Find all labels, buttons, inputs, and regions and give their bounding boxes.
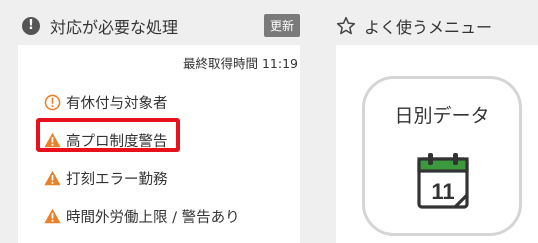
info-circle-icon [44, 94, 61, 110]
menu-panel-header: よく使うメニュー [336, 12, 536, 40]
todo-panel-title: 対応が必要な処理 [50, 18, 179, 37]
todo-panel-header: ! 対応が必要な処理 更新 [22, 12, 300, 40]
todo-card: 最終取得時間 11:19 有休付与対象者 高プロ制度警告 打刻エラー勤務 時間外… [18, 45, 300, 243]
todo-item-overtime-limit[interactable]: 時間外労働上限 / 警告あり [44, 205, 240, 227]
warning-icon [44, 208, 61, 224]
menu-card: 日別データ 11 [336, 45, 538, 243]
todo-item-label: 有休付与対象者 [66, 95, 168, 112]
last-fetch-time: 最終取得時間 11:19 [183, 56, 298, 71]
menu-tile-daily-data[interactable]: 日別データ 11 [362, 76, 522, 236]
todo-item-paid-leave[interactable]: 有休付与対象者 [44, 91, 240, 113]
highlight-box [36, 118, 180, 152]
menu-panel-title: よく使うメニュー [364, 18, 493, 37]
star-icon[interactable] [336, 16, 356, 36]
calendar-icon: 11 [417, 153, 469, 209]
warning-icon [44, 170, 61, 186]
todo-item-label: 時間外労働上限 / 警告あり [66, 209, 240, 226]
todo-list: 有休付与対象者 高プロ制度警告 打刻エラー勤務 時間外労働上限 / 警告あり [44, 91, 240, 243]
exclamation-circle-icon: ! [22, 17, 40, 35]
refresh-button[interactable]: 更新 [263, 14, 300, 37]
todo-item-label: 打刻エラー勤務 [66, 171, 168, 188]
menu-tile-label: 日別データ [394, 105, 490, 127]
todo-item-punch-error[interactable]: 打刻エラー勤務 [44, 167, 240, 189]
calendar-day-number: 11 [431, 179, 454, 204]
